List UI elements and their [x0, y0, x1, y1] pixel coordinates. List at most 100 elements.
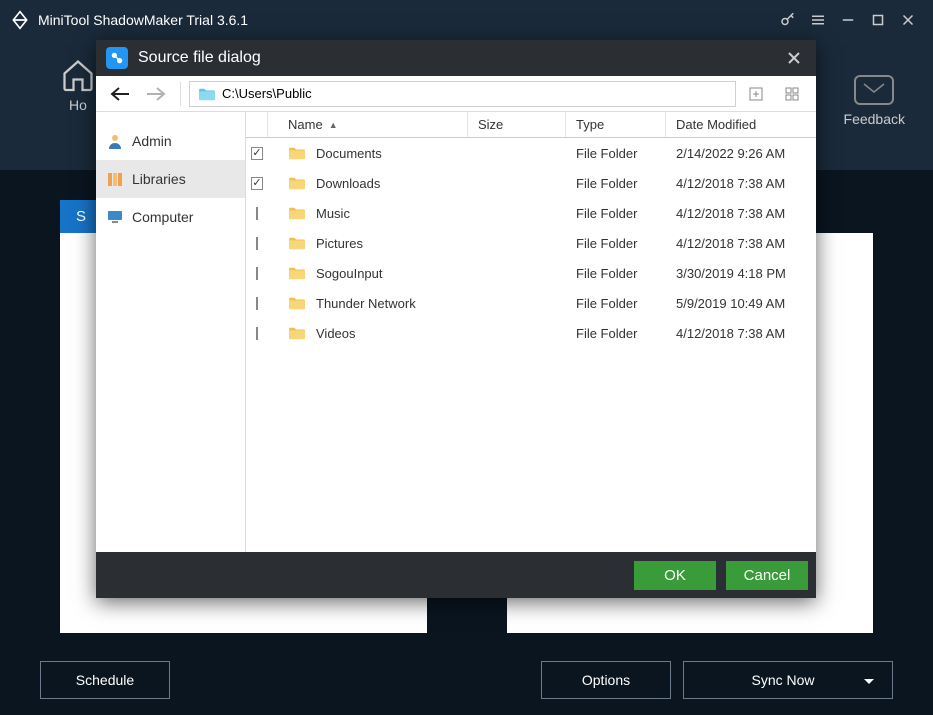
file-row[interactable]: Videos File Folder 4/12/2018 7:38 AM	[246, 318, 816, 348]
app-title: MiniTool ShadowMaker Trial 3.6.1	[38, 12, 773, 28]
dialog-body: Admin Libraries Computer Name ▲ Size	[96, 112, 816, 552]
tree-libraries-label: Libraries	[132, 171, 186, 187]
column-headers: Name ▲ Size Type Date Modified	[246, 112, 816, 138]
column-type[interactable]: Type	[566, 112, 666, 137]
path-input[interactable]: C:\Users\Public	[189, 81, 736, 107]
column-date[interactable]: Date Modified	[666, 112, 816, 137]
schedule-button[interactable]: Schedule	[40, 661, 170, 699]
row-checkbox[interactable]	[256, 207, 258, 220]
folder-icon	[198, 87, 216, 101]
column-type-label: Type	[576, 117, 604, 132]
file-list: Documents File Folder 2/14/2022 9:26 AM Dow…	[246, 138, 816, 552]
file-row[interactable]: Documents File Folder 2/14/2022 9:26 AM	[246, 138, 816, 168]
dialog-toolbar: C:\Users\Public	[96, 76, 816, 112]
row-checkbox[interactable]	[256, 297, 258, 310]
row-date: 4/12/2018 7:38 AM	[676, 236, 785, 251]
row-type: File Folder	[576, 146, 637, 161]
tree-admin[interactable]: Admin	[96, 122, 245, 160]
app-logo-icon	[10, 10, 30, 30]
feedback-label: Feedback	[844, 111, 905, 127]
folder-icon	[288, 206, 306, 220]
row-name: Videos	[316, 326, 356, 341]
dialog-footer: OK Cancel	[96, 552, 816, 598]
row-type: File Folder	[576, 176, 637, 191]
row-type: File Folder	[576, 296, 637, 311]
computer-icon	[106, 208, 124, 226]
file-row[interactable]: PicturesFile Folder4/12/2018 7:38 AM	[246, 228, 816, 258]
folder-icon	[288, 266, 306, 280]
column-checkbox[interactable]	[246, 112, 268, 137]
row-checkbox[interactable]	[251, 177, 262, 190]
sync-now-button[interactable]: Sync Now	[683, 661, 893, 699]
row-date: 4/12/2018 7:38 AM	[676, 176, 785, 191]
tree-panel: Admin Libraries Computer	[96, 112, 246, 552]
folder-icon	[288, 326, 306, 340]
row-type: File Folder	[576, 206, 637, 221]
menu-icon[interactable]	[803, 5, 833, 35]
dialog-titlebar: Source file dialog	[96, 40, 816, 76]
dialog-close-button[interactable]	[782, 46, 806, 70]
options-button[interactable]: Options	[541, 661, 671, 699]
column-date-label: Date Modified	[676, 117, 756, 132]
row-name: Music	[316, 206, 350, 221]
row-date: 4/12/2018 7:38 AM	[676, 326, 785, 341]
row-date: 5/9/2019 10:49 AM	[676, 296, 785, 311]
folder-icon	[288, 296, 306, 310]
row-checkbox[interactable]	[256, 237, 258, 250]
row-checkbox[interactable]	[251, 147, 262, 160]
row-date: 4/12/2018 7:38 AM	[676, 206, 785, 221]
minimize-button[interactable]	[833, 5, 863, 35]
bottom-bar: Schedule Options Sync Now	[0, 645, 933, 715]
cancel-label: Cancel	[744, 567, 791, 584]
close-button[interactable]	[893, 5, 923, 35]
column-size[interactable]: Size	[468, 112, 566, 137]
row-date: 2/14/2022 9:26 AM	[676, 146, 785, 161]
dialog-title: Source file dialog	[138, 49, 261, 67]
dialog-icon	[106, 47, 128, 69]
folder-icon	[288, 146, 306, 160]
source-tab-label: S	[76, 208, 86, 225]
row-type: File Folder	[576, 326, 637, 341]
ok-label: OK	[664, 567, 686, 584]
file-area: Name ▲ Size Type Date Modified Documents…	[246, 112, 816, 552]
row-checkbox[interactable]	[256, 327, 258, 340]
source-file-dialog: Source file dialog C:\Users\Public Admin	[96, 40, 816, 598]
ok-button[interactable]: OK	[634, 561, 716, 590]
chevron-down-icon	[864, 672, 874, 688]
feedback-button[interactable]: Feedback	[844, 75, 905, 127]
tree-computer[interactable]: Computer	[96, 198, 245, 236]
row-name: Documents	[316, 146, 382, 161]
row-date: 3/30/2019 4:18 PM	[676, 266, 786, 281]
folder-icon	[288, 236, 306, 250]
column-name-label: Name	[288, 117, 323, 132]
envelope-icon	[854, 75, 894, 105]
folder-icon	[288, 176, 306, 190]
row-name: Pictures	[316, 236, 363, 251]
view-mode-button[interactable]	[776, 80, 808, 108]
file-row[interactable]: SogouInputFile Folder3/30/2019 4:18 PM	[246, 258, 816, 288]
back-button[interactable]	[104, 80, 136, 108]
column-size-label: Size	[478, 117, 503, 132]
row-checkbox[interactable]	[256, 267, 258, 280]
sort-ascending-icon: ▲	[329, 120, 338, 130]
sync-now-label: Sync Now	[751, 672, 814, 688]
new-folder-button[interactable]	[740, 80, 772, 108]
row-name: Thunder Network	[316, 296, 416, 311]
tree-libraries[interactable]: Libraries	[96, 160, 245, 198]
titlebar: MiniTool ShadowMaker Trial 3.6.1	[0, 0, 933, 40]
maximize-button[interactable]	[863, 5, 893, 35]
file-row[interactable]: Downloads File Folder 4/12/2018 7:38 AM	[246, 168, 816, 198]
libraries-icon	[106, 170, 124, 188]
schedule-label: Schedule	[76, 672, 134, 688]
nav-home[interactable]: Ho	[60, 57, 96, 113]
row-name: Downloads	[316, 176, 380, 191]
key-icon[interactable]	[773, 5, 803, 35]
toolbar-separator	[180, 82, 181, 106]
file-row[interactable]: Thunder Network File Folder 5/9/2019 10:49…	[246, 288, 816, 318]
column-name[interactable]: Name ▲	[268, 112, 468, 137]
cancel-button[interactable]: Cancel	[726, 561, 808, 590]
path-text: C:\Users\Public	[222, 86, 312, 101]
file-row[interactable]: Music File Folder 4/12/2018 7:38 AM	[246, 198, 816, 228]
forward-button[interactable]	[140, 80, 172, 108]
tree-admin-label: Admin	[132, 133, 172, 149]
